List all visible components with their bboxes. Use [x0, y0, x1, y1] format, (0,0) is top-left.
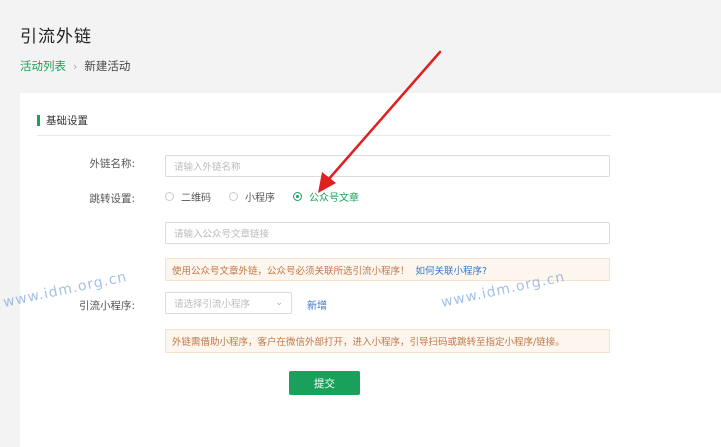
- annotation-arrow-icon: [318, 50, 442, 193]
